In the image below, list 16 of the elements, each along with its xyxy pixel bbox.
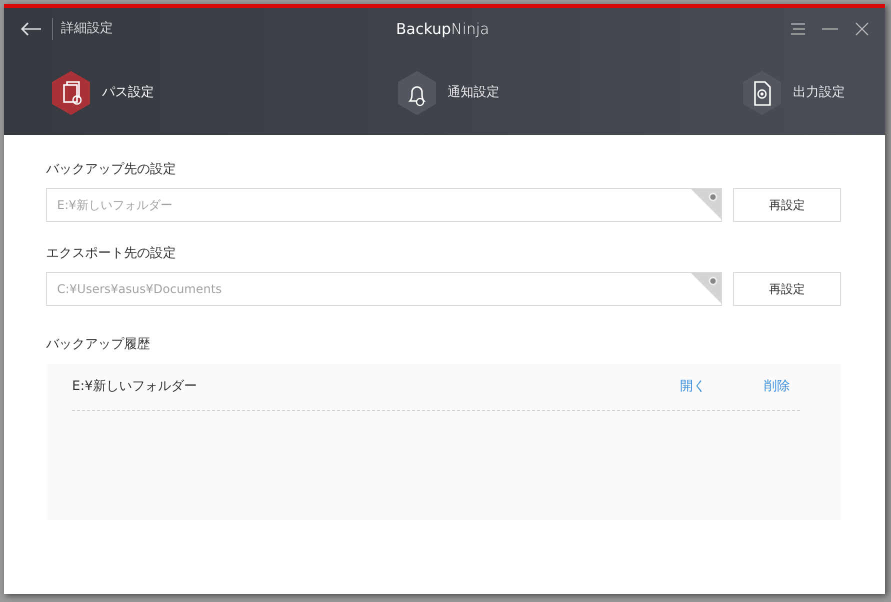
history-path: E:¥新しいフォルダー [72,378,197,396]
close-icon [855,22,869,36]
app-title: BackupNinja [396,19,490,40]
menu-icon [790,23,806,35]
close-button[interactable] [853,20,871,38]
settings-tab[interactable]: 通知設定 [394,70,500,116]
reset-button[interactable]: 再設定 [733,188,841,222]
reset-button[interactable]: 再設定 [733,272,841,306]
page-title: 詳細設定 [61,20,113,38]
back-icon [20,22,42,36]
minimize-icon [822,28,838,30]
settings-tab[interactable]: 出力設定 [739,70,845,116]
section-heading: バックアップ履歴 [46,336,151,354]
settings-tab[interactable]: パス設定 [48,70,154,116]
section-heading: エクスポート先の設定 [46,245,177,263]
section-heading: バックアップ先の設定 [46,161,177,179]
